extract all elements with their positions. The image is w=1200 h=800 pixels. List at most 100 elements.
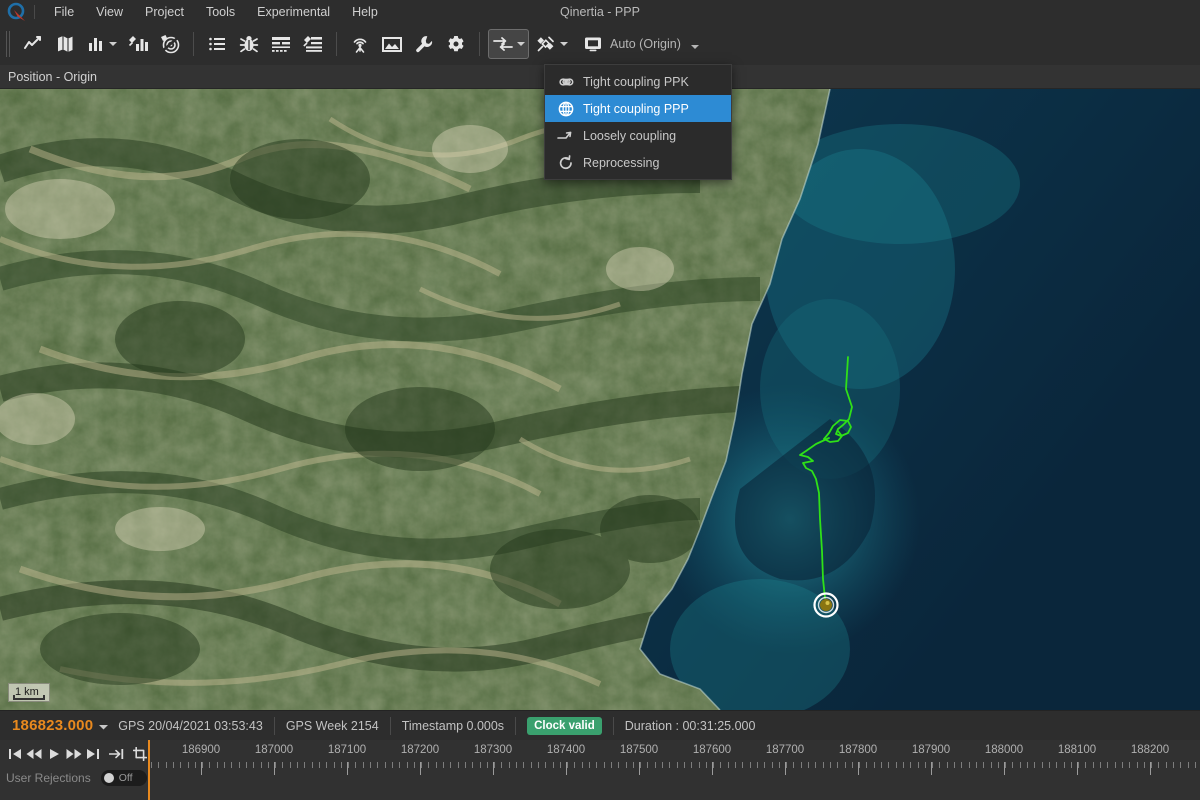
wrench-icon xyxy=(416,36,433,53)
timeline-tick-minor xyxy=(698,762,700,768)
menu-item-tight-coupling-ppk[interactable]: Tight coupling PPK xyxy=(545,68,731,95)
timeline-tick-minor xyxy=(1048,762,1050,768)
timeline-tick-minor xyxy=(873,762,875,768)
skip-to-start-button[interactable] xyxy=(6,745,24,763)
timeline-tick-minor xyxy=(1019,762,1021,768)
timeline-tick-minor xyxy=(1107,762,1109,768)
map-view-button[interactable] xyxy=(50,29,80,59)
skip-to-end-button[interactable] xyxy=(84,745,102,763)
timeline-tick-minor xyxy=(428,762,430,768)
timeline-tick-minor xyxy=(450,762,452,768)
menu-project[interactable]: Project xyxy=(134,2,195,22)
reload-icon xyxy=(553,154,579,171)
image-button[interactable] xyxy=(377,29,407,59)
timeline-tick-label: 186900 xyxy=(181,744,221,756)
timeline-ruler[interactable]: 186900 187000 187100 187200 187300 187400 1875… xyxy=(149,740,1200,800)
jump-to-end-icon xyxy=(109,749,124,759)
jump-to-end-button[interactable] xyxy=(108,745,126,763)
timeline-tick-label: 187100 xyxy=(327,744,367,756)
timeline-tick-minor xyxy=(391,762,393,768)
processing-mode-menu: Tight coupling PPK Tight coupling PPP Lo… xyxy=(544,64,732,180)
timeline-tick-minor xyxy=(829,762,831,768)
list-view-button[interactable] xyxy=(202,29,232,59)
satellite-config-button[interactable] xyxy=(531,29,572,59)
menu-view[interactable]: View xyxy=(85,2,134,22)
timeline-tick-minor xyxy=(326,762,328,768)
timeline-tick-minor xyxy=(1173,762,1174,768)
timeline-tick-minor xyxy=(902,762,904,768)
toolbar-grip[interactable] xyxy=(6,31,11,57)
debug-button[interactable] xyxy=(234,29,264,59)
line-chart-icon xyxy=(24,36,41,49)
timestamp-value: Timestamp 0.000s xyxy=(401,718,505,733)
tools-button[interactable] xyxy=(409,29,439,59)
menu-item-reprocessing[interactable]: Reprocessing xyxy=(545,149,731,176)
timeline-tick-minor xyxy=(581,762,583,768)
frame-selector-combo[interactable]: Auto (Origin) xyxy=(579,29,703,59)
timeline-tick-minor xyxy=(165,762,167,768)
rewind-icon xyxy=(26,749,42,759)
timeline-tick-minor xyxy=(472,762,474,768)
timeline-tick-minor xyxy=(1187,762,1189,768)
timeline-tick-minor xyxy=(808,762,809,768)
satellite-log-button[interactable] xyxy=(298,29,328,59)
time-format-chevron-down-icon[interactable] xyxy=(99,717,109,735)
timeline-tick-minor xyxy=(924,762,926,768)
timeline-tick-minor xyxy=(289,762,291,768)
play-button[interactable] xyxy=(45,745,63,763)
settings-button[interactable] xyxy=(441,29,471,59)
satellite-status-button[interactable] xyxy=(123,29,153,59)
timeline-tick-minor xyxy=(260,762,262,768)
crop-range-button[interactable] xyxy=(131,745,149,763)
timeline-tick-minor xyxy=(479,762,481,768)
gps-datetime: GPS 20/04/2021 03:53:43 xyxy=(118,718,263,733)
timeline-tick-minor xyxy=(552,762,554,768)
timeline-tick-minor xyxy=(625,762,627,768)
coupling-arrows-icon xyxy=(493,37,513,51)
bar-chart-button[interactable] xyxy=(82,29,121,59)
antenna-button[interactable] xyxy=(345,29,375,59)
list-icon xyxy=(209,37,225,51)
current-time-value[interactable]: 186823.000 xyxy=(12,717,93,734)
timeline-tick-minor xyxy=(282,762,284,768)
menu-experimental[interactable]: Experimental xyxy=(246,2,341,22)
timeline-tick-minor xyxy=(859,762,861,768)
timeline-cursor[interactable] xyxy=(148,740,150,800)
status-divider xyxy=(515,716,517,735)
menu-help[interactable]: Help xyxy=(341,2,389,22)
map-view[interactable]: 1 km xyxy=(0,89,1200,710)
transport-controls xyxy=(0,740,149,766)
user-rejections-toggle[interactable]: Off xyxy=(100,770,147,786)
timeline-tick-minor xyxy=(1180,762,1182,768)
timeline-controls: User Rejections Off xyxy=(0,740,149,800)
timeline-tick-minor xyxy=(939,762,941,768)
timeline-tick-minor xyxy=(837,762,839,768)
menu-file[interactable]: File xyxy=(43,2,85,22)
timeline-tick-minor xyxy=(304,762,306,768)
plot-view-button[interactable] xyxy=(18,29,48,59)
timeline-tick-minor xyxy=(589,762,590,768)
timeline-tick-minor xyxy=(231,762,233,768)
timeline-tick-minor xyxy=(1151,762,1153,768)
menu-item-loosely-coupling[interactable]: Loosely coupling xyxy=(545,122,731,149)
toolbar-divider xyxy=(479,32,480,56)
radar-icon xyxy=(161,35,180,54)
timeline-tick-minor xyxy=(253,762,255,768)
rewind-button[interactable] xyxy=(26,745,44,763)
timeline-tick-minor xyxy=(311,762,313,768)
processing-mode-button[interactable] xyxy=(488,29,529,59)
timeline-tick-minor xyxy=(377,762,379,768)
log-table-button[interactable] xyxy=(266,29,296,59)
menu-item-label: Tight coupling PPK xyxy=(583,74,689,89)
menu-tools[interactable]: Tools xyxy=(195,2,246,22)
timeline-tick-label: 187700 xyxy=(765,744,805,756)
timeline-tick-minor xyxy=(676,762,678,768)
fast-forward-button[interactable] xyxy=(65,745,83,763)
timeline-tick-minor xyxy=(516,762,517,768)
timeline-tick-label: 188200 xyxy=(1130,744,1170,756)
radar-view-button[interactable] xyxy=(155,29,185,59)
menu-item-tight-coupling-ppp[interactable]: Tight coupling PPP xyxy=(545,95,731,122)
timeline-tick-minor xyxy=(954,762,955,768)
timeline-tick-minor xyxy=(1092,762,1094,768)
timeline-tick-minor xyxy=(1056,762,1058,768)
